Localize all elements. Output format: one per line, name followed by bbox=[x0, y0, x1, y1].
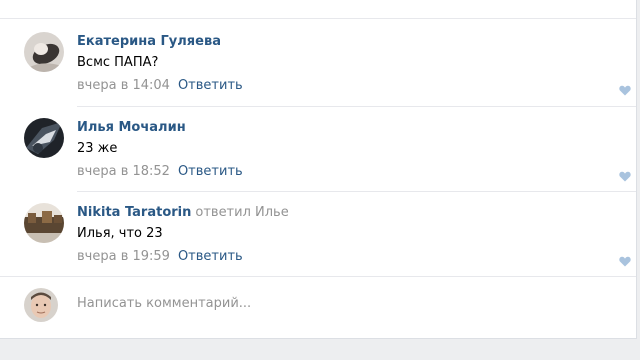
reply-button[interactable]: Ответить bbox=[178, 164, 243, 179]
author-name[interactable]: Nikita Taratorin bbox=[77, 205, 191, 220]
avatar[interactable] bbox=[24, 288, 58, 322]
reply-button[interactable]: Ответить bbox=[178, 249, 243, 264]
comment-divider bbox=[77, 106, 636, 107]
avatar[interactable] bbox=[24, 203, 64, 243]
comment-input[interactable]: Написать комментарий... bbox=[77, 296, 617, 316]
comment-text: Всмс ПАПА? bbox=[77, 55, 159, 70]
comment-time[interactable]: вчера в 19:59 bbox=[77, 249, 170, 264]
comment-text: 23 же bbox=[77, 141, 118, 156]
compose-area: Написать комментарий... bbox=[0, 276, 636, 336]
comment-meta: вчера в 18:52 Ответить bbox=[77, 164, 243, 179]
comment-time[interactable]: вчера в 14:04 bbox=[77, 78, 170, 93]
heart-icon[interactable] bbox=[619, 252, 631, 267]
reply-button[interactable]: Ответить bbox=[178, 78, 243, 93]
avatar[interactable] bbox=[24, 32, 64, 72]
avatar[interactable] bbox=[24, 118, 64, 158]
comment-divider bbox=[77, 191, 636, 192]
heart-icon[interactable] bbox=[619, 167, 631, 182]
comment-author[interactable]: Илья Мочалин bbox=[77, 120, 186, 135]
author-name[interactable]: Екатерина Гуляева bbox=[77, 34, 221, 49]
author-name[interactable]: Илья Мочалин bbox=[77, 120, 186, 135]
comment-time[interactable]: вчера в 18:52 bbox=[77, 164, 170, 179]
top-divider bbox=[0, 18, 636, 19]
comment-meta: вчера в 19:59 Ответить bbox=[77, 249, 243, 264]
comment-meta: вчера в 14:04 Ответить bbox=[77, 78, 243, 93]
comments-card: Екатерина Гуляева Всмс ПАПА? вчера в 14:… bbox=[0, 0, 637, 339]
reply-to-label[interactable]: ответил Илье bbox=[195, 205, 288, 220]
heart-icon[interactable] bbox=[619, 81, 631, 96]
comment-author[interactable]: Nikita Taratorin ответил Илье bbox=[77, 205, 289, 220]
comment-author[interactable]: Екатерина Гуляева bbox=[77, 34, 221, 49]
comment-text: Илья, что 23 bbox=[77, 226, 163, 241]
